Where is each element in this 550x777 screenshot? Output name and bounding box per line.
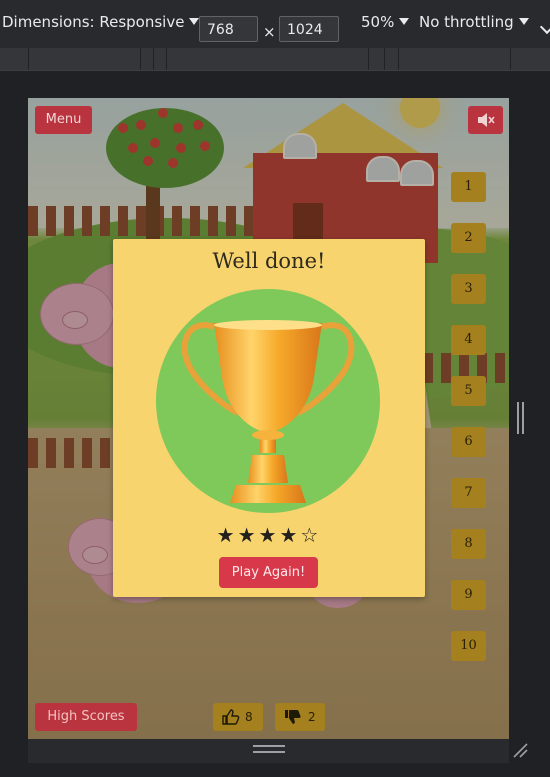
ruler-divider [28,48,29,70]
level-button-4[interactable]: 4 [451,325,486,355]
devtools-toolbar: Dimensions: Responsive 768 × 1024 50% No… [0,0,550,71]
high-scores-button[interactable]: High Scores [35,703,137,731]
ruler-divider [166,48,167,70]
level-complete-dialog: Well done! ★★★★☆ Play Again! [113,239,425,597]
resize-handle-bottom[interactable] [253,745,285,753]
level-button-7[interactable]: 7 [451,478,486,508]
times-sign: × [263,23,276,41]
zoom-value: 50% [361,13,395,31]
ruler-divider [510,48,511,70]
chevron-down-icon [518,18,529,25]
ruler-divider [398,48,399,70]
like-button[interactable]: 8 [213,703,263,731]
ruler-divider [384,48,385,70]
thumbs-up-icon [222,709,240,725]
dimensions-dropdown[interactable]: Dimensions: Responsive [2,13,200,31]
level-button-5[interactable]: 5 [451,376,486,406]
more-options-icon[interactable] [539,19,550,35]
throttling-value: No throttling [419,13,514,31]
level-button-3[interactable]: 3 [451,274,486,304]
level-button-6[interactable]: 6 [451,427,486,457]
resize-corner-icon[interactable] [512,742,528,758]
speaker-muted-icon [478,113,495,127]
dialog-title: Well done! [212,249,326,273]
level-button-10[interactable]: 10 [451,631,486,661]
level-button-8[interactable]: 8 [451,529,486,559]
ruler-divider [140,48,141,70]
trophy-icon [181,320,355,503]
dislikes-count: 2 [308,710,316,724]
dimensions-label: Dimensions: Responsive [2,13,185,31]
chevron-down-icon [399,18,410,25]
ruler-divider [153,48,154,70]
level-button-1[interactable]: 1 [451,172,486,202]
resize-handle-right[interactable] [517,402,524,434]
throttling-dropdown[interactable]: No throttling [419,13,529,31]
level-button-2[interactable]: 2 [451,223,486,253]
height-input[interactable]: 1024 [279,16,339,42]
menu-button[interactable]: Menu [35,106,92,134]
likes-count: 8 [245,710,253,724]
ruler-divider [368,48,369,70]
device-viewport: Menu 1 2 3 4 5 6 7 8 9 10 High Scores 8 … [28,98,509,739]
star-rating: ★★★★☆ [216,523,322,547]
thumbs-down-icon [285,710,301,724]
trophy-background [156,289,380,513]
media-query-ruler[interactable] [0,48,550,71]
width-input[interactable]: 768 [199,16,258,42]
level-button-9[interactable]: 9 [451,580,486,610]
device-toolbar-row: Dimensions: Responsive 768 × 1024 50% No… [0,0,550,44]
play-again-button[interactable]: Play Again! [219,557,318,588]
zoom-dropdown[interactable]: 50% [361,13,410,31]
dislike-button[interactable]: 2 [275,703,325,731]
mute-button[interactable] [468,106,503,134]
chevron-down-icon [189,18,200,25]
